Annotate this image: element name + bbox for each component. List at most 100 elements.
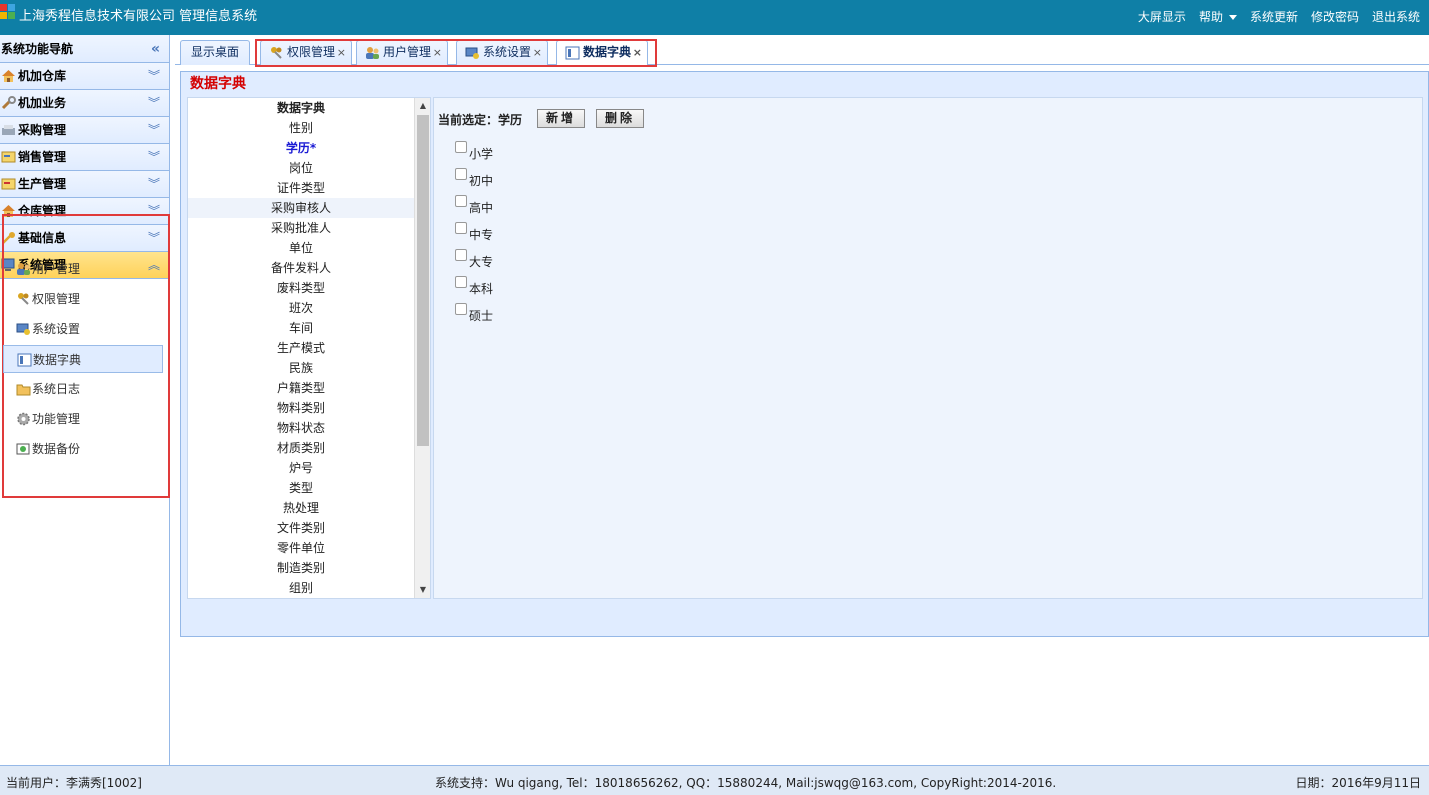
delete-button[interactable]: 删除 — [596, 109, 645, 128]
option-checkbox[interactable] — [455, 168, 467, 180]
production-icon — [1, 178, 16, 190]
expand-down-icon: ︾ — [147, 177, 160, 191]
scroll-thumb[interactable] — [417, 115, 429, 446]
purchase-icon — [2, 125, 15, 135]
dictionary-icon — [17, 353, 32, 367]
collapse-double-left-icon[interactable]: « — [151, 35, 160, 63]
option-label: 硕士 — [469, 309, 494, 323]
big-screen-link[interactable]: 大屏显示 — [1138, 8, 1186, 25]
warehouse-icon — [2, 70, 15, 82]
option-checkbox[interactable] — [455, 141, 467, 153]
dictionary-item[interactable]: 物料类别 — [188, 398, 414, 418]
dictionary-item[interactable]: 材质类别 — [188, 438, 414, 458]
system-update-link[interactable]: 系统更新 — [1250, 8, 1298, 25]
top-menu: 大屏显示 帮助 系统更新 修改密码 退出系统 — [1125, 8, 1420, 25]
backup-icon — [16, 443, 30, 455]
log-folder-icon — [16, 384, 31, 396]
current-selection-label: 当前选定：学历 — [438, 113, 523, 127]
wrench-icon — [1, 96, 16, 110]
dictionary-item[interactable]: 民族 — [188, 358, 414, 378]
dictionary-item[interactable]: 采购审核人 — [188, 198, 414, 218]
tab-label: 权限管理 — [287, 45, 336, 59]
dictionary-item[interactable]: 证件类型 — [188, 178, 414, 198]
expand-down-icon: ︾ — [147, 69, 160, 83]
close-tab-icon[interactable]: × — [633, 41, 642, 64]
sidebar-title: 系统功能导航 « — [0, 35, 169, 63]
dictionary-item[interactable]: 班次 — [188, 298, 414, 318]
tab-label: 数据字典 — [583, 45, 632, 59]
help-menu[interactable]: 帮助 — [1199, 8, 1237, 25]
option-checkbox[interactable] — [455, 249, 467, 261]
option-label: 高中 — [469, 201, 494, 215]
dictionary-list: 数据字典 性别 学历* 岗位 证件类型 采购审核人 采购批准人 单位 备件发料人… — [187, 97, 431, 599]
dictionary-item[interactable]: 单位 — [188, 238, 414, 258]
dictionary-item[interactable]: 零件单位 — [188, 538, 414, 558]
keys-icon — [271, 47, 282, 59]
submenu-permission-management[interactable]: 权限管理 — [3, 285, 163, 313]
settings-icon — [16, 323, 30, 335]
dictionary-item[interactable]: 类型 — [188, 478, 414, 498]
tab-user-management[interactable]: 用户管理 × — [356, 40, 449, 65]
close-tab-icon[interactable]: × — [433, 41, 442, 64]
submenu-data-dictionary[interactable]: 数据字典 — [3, 345, 163, 373]
sidebar-section-machining-business[interactable]: 机加业务 ︾ — [0, 90, 169, 117]
option-checkbox[interactable] — [455, 222, 467, 234]
submenu-label: 权限管理 — [32, 292, 81, 306]
submenu-label: 系统日志 — [32, 382, 81, 396]
option-label: 大专 — [469, 255, 494, 269]
submenu-function-management[interactable]: 功能管理 — [3, 405, 163, 433]
dictionary-item[interactable]: 炉号 — [188, 458, 414, 478]
dictionary-item[interactable]: 备件发料人 — [188, 258, 414, 278]
dictionary-icon — [565, 46, 580, 60]
settings-icon — [465, 47, 479, 59]
dictionary-item-selected[interactable]: 学历* — [188, 138, 414, 158]
tab-data-dictionary[interactable]: 数据字典 × — [556, 40, 649, 66]
dictionary-item[interactable]: 热处理 — [188, 498, 414, 518]
sidebar-section-machining-warehouse[interactable]: 机加仓库 ︾ — [0, 63, 169, 90]
sidebar-section-production[interactable]: 生产管理 ︾ — [0, 171, 169, 198]
scroll-up-icon[interactable]: ▲ — [415, 98, 430, 114]
dictionary-item[interactable]: 文件类别 — [188, 518, 414, 538]
users-icon — [17, 263, 30, 275]
tab-permission-management[interactable]: 权限管理 × — [260, 40, 353, 65]
sidebar-section-purchase[interactable]: 采购管理 ︾ — [0, 117, 169, 144]
dictionary-item[interactable]: 制造类别 — [188, 558, 414, 578]
option-label: 中专 — [469, 228, 494, 242]
logout-link[interactable]: 退出系统 — [1372, 8, 1420, 25]
dictionary-item[interactable]: 车间 — [188, 318, 414, 338]
submenu-system-settings[interactable]: 系统设置 — [3, 315, 163, 343]
dictionary-item[interactable]: 户籍类型 — [188, 378, 414, 398]
submenu-label: 数据字典 — [33, 353, 82, 367]
dictionary-item[interactable]: 物料状态 — [188, 418, 414, 438]
dictionary-item[interactable]: 岗位 — [188, 158, 414, 178]
add-button[interactable]: 新增 — [537, 109, 586, 128]
option-checkbox[interactable] — [455, 195, 467, 207]
submenu-user-management[interactable]: 用户管理 — [3, 255, 163, 283]
change-password-link[interactable]: 修改密码 — [1311, 8, 1359, 25]
submenu-label: 功能管理 — [32, 412, 81, 426]
app-title: 上海秀程信息技术有限公司 管理信息系统 — [19, 9, 258, 24]
close-tab-icon[interactable]: × — [337, 41, 346, 64]
close-tab-icon[interactable]: × — [533, 41, 542, 64]
submenu-label: 系统设置 — [32, 322, 81, 336]
dictionary-item[interactable]: 采购批准人 — [188, 218, 414, 238]
submenu-label: 用户管理 — [32, 262, 81, 276]
support-info: 系统支持：Wu qigang, Tel：18018656262, QQ：1588… — [435, 776, 1057, 790]
tab-system-settings[interactable]: 系统设置 × — [456, 40, 549, 65]
expand-down-icon: ︾ — [147, 150, 160, 164]
scroll-down-icon[interactable]: ▼ — [415, 582, 430, 598]
dictionary-item[interactable]: 生产模式 — [188, 338, 414, 358]
submenu-system-log[interactable]: 系统日志 — [3, 375, 163, 403]
tab-label: 系统设置 — [483, 45, 532, 59]
dictionary-list-scrollbar[interactable]: ▲ ▼ — [414, 98, 430, 598]
dictionary-item[interactable]: 废料类型 — [188, 278, 414, 298]
tab-desktop[interactable]: 显示桌面 — [180, 40, 251, 65]
dictionary-item[interactable]: 性别 — [188, 118, 414, 138]
submenu-data-backup[interactable]: 数据备份 — [3, 435, 163, 463]
dictionary-item[interactable]: 组别 — [188, 578, 414, 598]
option-checkbox[interactable] — [455, 276, 467, 288]
data-dictionary-panel: 数据字典 数据字典 性别 学历* 岗位 证件类型 采购审核人 采购批准人 单位 … — [180, 71, 1429, 637]
app-header: 上海秀程信息技术有限公司 管理信息系统 大屏显示 帮助 系统更新 修改密码 退出… — [0, 0, 1429, 35]
sidebar-section-sales[interactable]: 销售管理 ︾ — [0, 144, 169, 171]
option-checkbox[interactable] — [455, 303, 467, 315]
